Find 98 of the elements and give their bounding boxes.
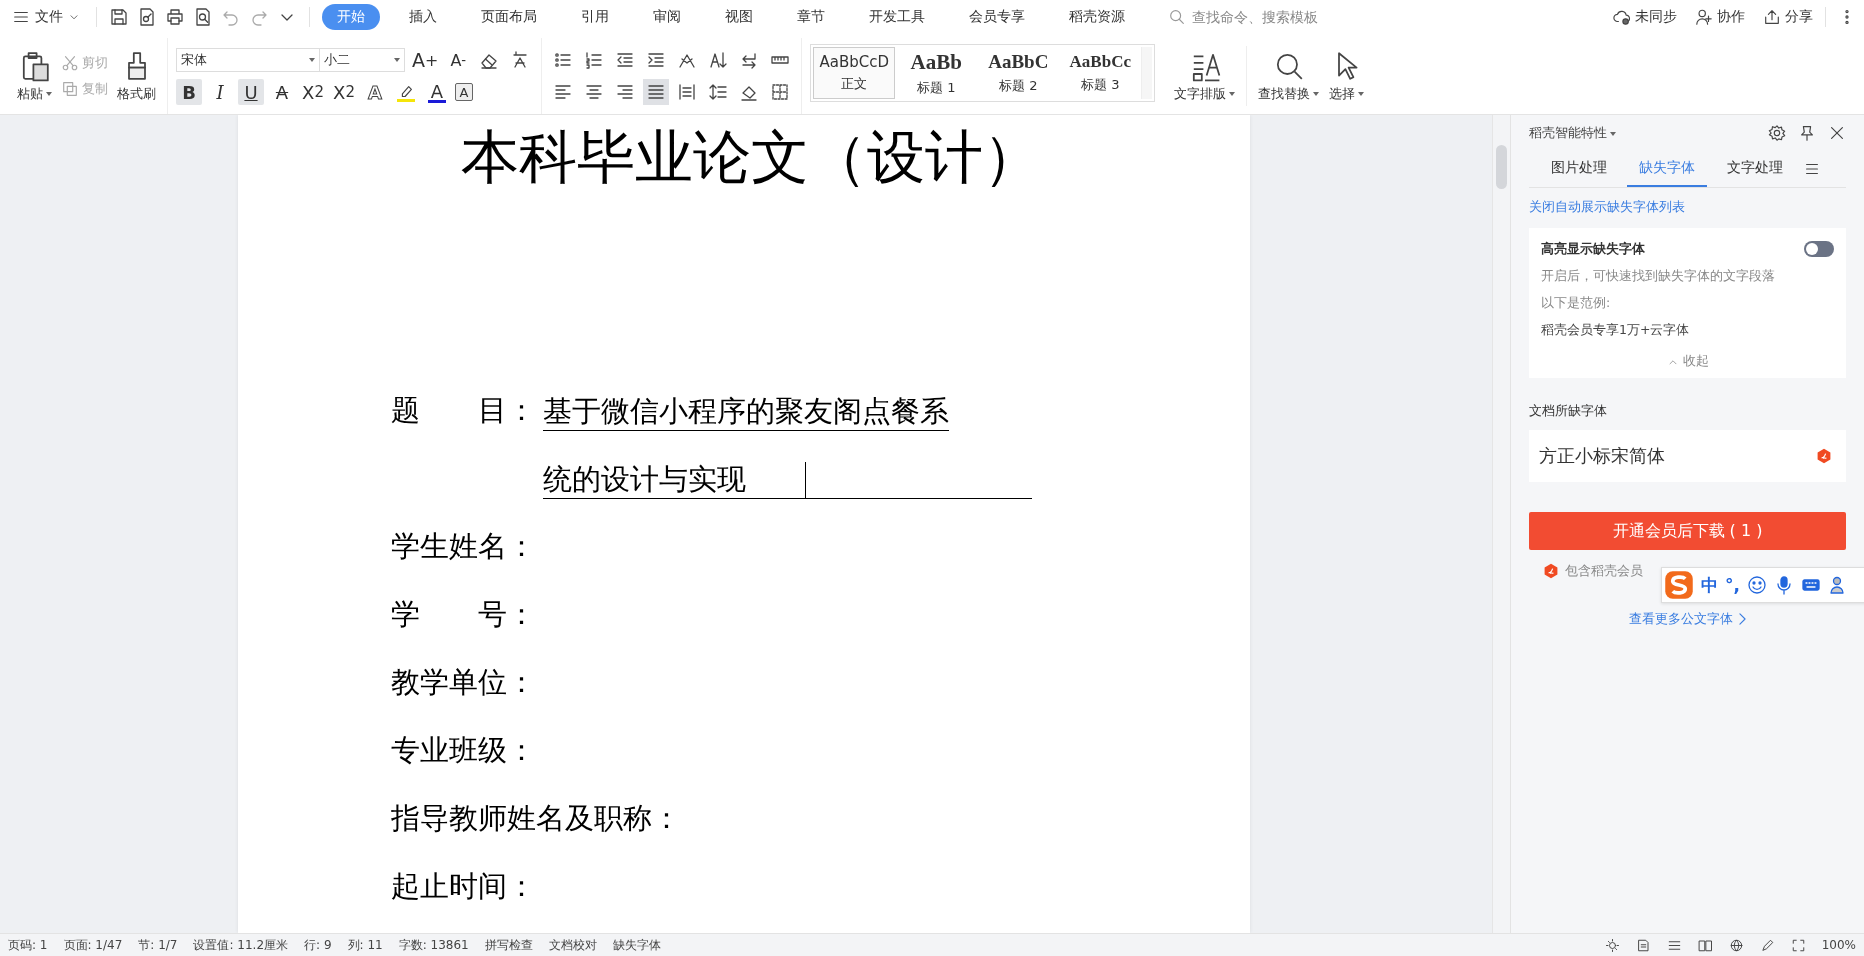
status-item[interactable]: 页码: 1 (8, 936, 48, 954)
toggle-switch[interactable] (1804, 241, 1834, 257)
status-item[interactable]: 设置值: 11.2厘米 (193, 936, 289, 954)
field-value: 基于微信小程序的聚友阁点餐系 (543, 391, 949, 431)
pin-icon[interactable] (1798, 124, 1816, 142)
bold-button[interactable]: B (176, 79, 202, 105)
ime-logo-icon[interactable] (1664, 570, 1694, 600)
field-label: 起止时间： (391, 869, 536, 904)
select-button[interactable]: 选择 (1326, 47, 1368, 105)
option-label: 高亮显示缺失字体 (1541, 240, 1645, 258)
collaborate-button[interactable]: 协作 (1695, 8, 1745, 26)
style-preset[interactable]: AaBbCcD 正文 (813, 47, 896, 99)
option-description: 开启后，可快速找到缺失字体的文字段落 (1541, 268, 1776, 285)
globe-icon[interactable] (1728, 937, 1744, 953)
search-icon (1168, 8, 1186, 26)
status-item[interactable]: 缺失字体 (612, 936, 661, 954)
sync-status-button[interactable]: 未同步 (1613, 8, 1677, 26)
example-label: 以下是范例: (1541, 295, 1612, 312)
panel-tab[interactable]: 缺失字体 (1627, 151, 1707, 187)
font-color-button[interactable]: A (424, 79, 450, 105)
status-item[interactable]: 字数: 13861 (398, 936, 469, 954)
status-item[interactable]: 节: 1/7 (138, 936, 178, 954)
panel-tab[interactable]: 文字处理 (1715, 151, 1795, 187)
scissors-icon (61, 54, 79, 72)
download-button[interactable]: 开通会员后下载 ( 1 ) (1529, 512, 1846, 550)
style-preset[interactable]: AaBbC 标题 2 (977, 47, 1060, 99)
export-icon[interactable] (137, 7, 157, 27)
chevron-right-icon (1739, 613, 1746, 625)
text-layout-button[interactable]: 文字排版 (1171, 47, 1239, 105)
premium-badge-icon (1543, 563, 1559, 579)
field-label: 指导教师姓名及职称： (391, 801, 681, 836)
emoji-icon[interactable] (1746, 575, 1767, 595)
field-value: 统的设计与实现 (543, 459, 1032, 499)
justify-icon[interactable] (643, 79, 670, 105)
ribbon-tab[interactable]: 会员专享 (954, 4, 1040, 30)
close-auto-list-link[interactable]: 关闭自动展示缺失字体列表 (1529, 198, 1846, 216)
field-label: 专业班级： (391, 733, 536, 768)
share-button[interactable]: 分享 (1763, 8, 1813, 26)
field-label: 题 目： (391, 393, 537, 428)
status-item[interactable]: 列: 11 (347, 936, 383, 954)
page-view-icon[interactable] (1635, 937, 1651, 953)
field-label: 教学单位： (391, 665, 536, 700)
panel-tab[interactable]: 图片处理 (1539, 151, 1619, 187)
panel-title-dropdown[interactable]: 稻壳智能特性 (1529, 124, 1616, 142)
ribbon-tab[interactable]: 视图 (710, 4, 768, 30)
scrollbar[interactable] (1492, 115, 1510, 933)
document-title: 本科毕业论文（设计） (460, 124, 1042, 192)
zoom-level[interactable]: 100% (1821, 938, 1856, 952)
copy-icon (61, 80, 79, 98)
strikethrough-button[interactable]: A (269, 79, 295, 105)
style-preset[interactable]: AaBbCc 标题 3 (1059, 47, 1142, 99)
section-heading: 文档所缺字体 (1529, 402, 1608, 420)
missing-font-item[interactable]: 方正小标宋简体 (1529, 430, 1846, 482)
field-label: 学 号： (391, 597, 536, 632)
file-menu[interactable]: 文件 (8, 4, 84, 30)
text-cursor (805, 461, 806, 498)
style-preset[interactable]: AaBb 标题 1 (895, 47, 978, 99)
save-icon[interactable] (109, 7, 129, 27)
ribbon-tab[interactable]: 插入 (394, 4, 452, 30)
format-painter-button[interactable]: 格式刷 (114, 47, 159, 105)
underline-button[interactable]: U (238, 79, 264, 105)
status-item[interactable]: 页面: 1/47 (63, 936, 123, 954)
ribbon-tab[interactable]: 页面布局 (466, 4, 552, 30)
person-add-icon (1695, 8, 1713, 26)
sun-icon[interactable] (1604, 937, 1620, 953)
collapse-button[interactable]: 收起 (1666, 353, 1709, 370)
font-size-select[interactable]: 小二 (319, 48, 405, 72)
print-icon[interactable] (165, 7, 185, 27)
premium-badge-icon (1816, 448, 1832, 464)
pen-icon[interactable] (1759, 937, 1775, 953)
more-fonts-link[interactable]: 查看更多公文字体 (1629, 610, 1746, 628)
status-item[interactable]: 拼写检查 (484, 936, 533, 954)
find-replace-button[interactable]: 查找替换 (1255, 47, 1323, 105)
book-icon[interactable] (1697, 937, 1713, 953)
print-preview-icon[interactable] (193, 7, 213, 27)
status-item[interactable]: 行: 9 (304, 936, 332, 954)
field-label: 学生姓名： (391, 529, 536, 564)
settings-icon[interactable] (1768, 124, 1786, 142)
example-text: 稻壳会员专享1万+云字体 (1541, 322, 1691, 339)
ribbon-tab[interactable]: 稻壳资源 (1054, 4, 1140, 30)
fit-page-icon[interactable] (1790, 937, 1806, 953)
text-effect-button[interactable]: A (362, 79, 388, 105)
cloud-icon (1613, 8, 1631, 26)
character-shading-button[interactable]: A (455, 83, 473, 101)
ribbon-tab[interactable]: 开发工具 (854, 4, 940, 30)
status-item[interactable]: 文档校对 (548, 936, 597, 954)
close-icon[interactable] (1828, 124, 1846, 142)
ribbon-tab[interactable]: 审阅 (638, 4, 696, 30)
font-select[interactable]: 宋体 (176, 48, 320, 72)
input-mode-toggle[interactable]: 中 (1701, 573, 1718, 597)
command-search-field[interactable]: 查找命令、搜索模板 (1168, 8, 1354, 26)
paste-button[interactable]: 粘贴 (14, 47, 55, 105)
ribbon-tab[interactable]: 章节 (782, 4, 840, 30)
share-icon (1763, 8, 1781, 26)
punctuation-toggle[interactable]: °, (1725, 575, 1740, 595)
ribbon-tab[interactable]: 引用 (566, 4, 624, 30)
note-text: 包含稻壳会员 (1565, 562, 1643, 580)
italic-button[interactable]: I (207, 79, 233, 105)
